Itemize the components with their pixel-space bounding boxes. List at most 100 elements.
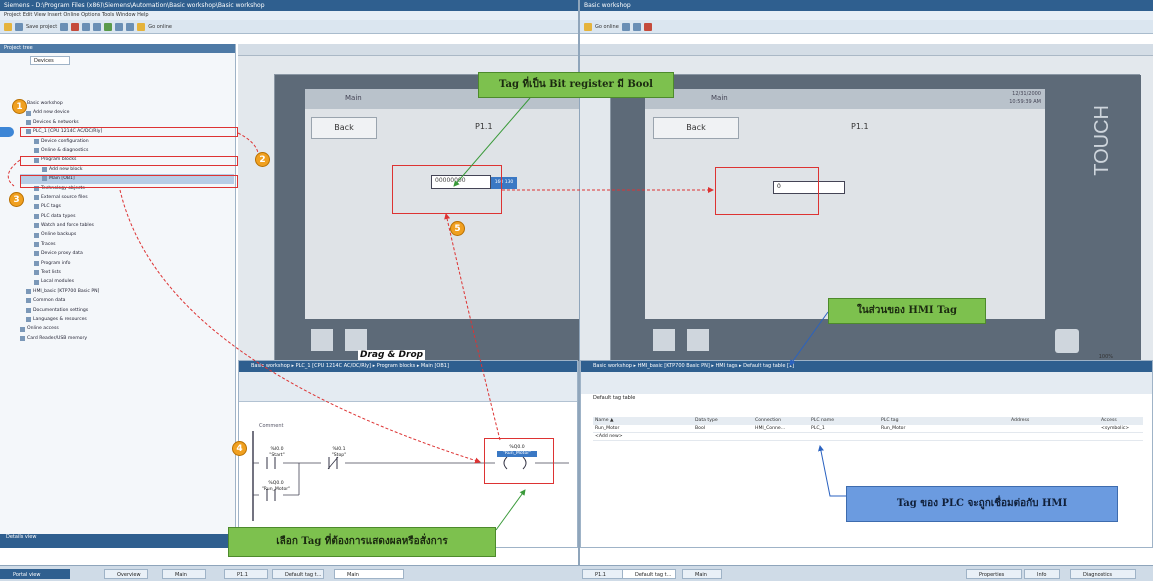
go-online-icon[interactable] — [137, 22, 146, 31]
table-cell[interactable] — [1099, 433, 1143, 440]
compile-icon[interactable] — [104, 22, 113, 31]
highlight-program-blocks — [20, 156, 238, 166]
task-overview[interactable]: Overview — [104, 569, 148, 579]
tree-item[interactable]: Traces — [20, 240, 234, 249]
tree-item-label: Device configuration — [41, 138, 89, 144]
delete-icon[interactable] — [71, 22, 80, 31]
table-cell[interactable] — [879, 433, 1009, 440]
table-cell[interactable]: Bool — [693, 425, 753, 432]
table-cell[interactable] — [753, 433, 809, 440]
column-header[interactable]: Name ▲ — [593, 417, 693, 425]
tree-item[interactable]: Documentation settings — [20, 306, 234, 315]
contact1-name: "Start" — [269, 453, 285, 458]
tree-item[interactable]: PLC data types — [20, 212, 234, 221]
new-project-icon[interactable] — [4, 22, 12, 31]
table-row[interactable]: <Add new> — [593, 433, 1143, 441]
tree-item[interactable]: Online backups — [20, 230, 234, 239]
column-header[interactable]: Access — [1099, 417, 1143, 425]
tree-item-label: Text lists — [41, 270, 61, 276]
touch-label: TOUCH — [1091, 105, 1113, 176]
ladder-breadcrumb[interactable]: Basic workshop ▸ PLC_1 [CPU 1214C AC/DC/… — [239, 361, 577, 372]
right-go-online-button[interactable]: Go online — [595, 24, 619, 30]
table-row[interactable]: Run_Motor Bool HMI_Conne... PLC_1 Run_Motor <… — [593, 425, 1143, 433]
right-alarm-icon[interactable] — [687, 329, 709, 351]
portal-view-button[interactable]: Portal view — [0, 569, 70, 579]
left-back-button[interactable]: Back — [311, 117, 377, 139]
upload-icon[interactable] — [126, 22, 135, 31]
redo-icon[interactable] — [93, 22, 102, 31]
column-header[interactable]: Connection — [753, 417, 809, 425]
go-online-button[interactable]: Go online — [148, 24, 172, 30]
task-p11[interactable]: P1.1 — [224, 569, 268, 579]
tree-item[interactable]: Local modules — [20, 277, 234, 286]
tagtable-breadcrumb[interactable]: Basic workshop ▸ HMI_basic [KTP700 Basic… — [581, 361, 1152, 372]
task-right-default-tag[interactable]: Default tag t... — [622, 569, 676, 579]
column-header[interactable]: Address — [1009, 417, 1099, 425]
tree-item[interactable]: Card Reader/USB memory — [20, 334, 234, 343]
table-cell[interactable]: Run_Motor — [879, 425, 1009, 432]
menu-bar[interactable]: Project Edit View Insert Online Options … — [0, 11, 578, 20]
diagnostics-tab[interactable]: Diagnostics — [1070, 569, 1136, 579]
tree-item[interactable]: External source files — [20, 193, 234, 202]
tree-item[interactable]: Basic workshop — [20, 99, 234, 108]
table-cell[interactable] — [1009, 433, 1099, 440]
task-main[interactable]: Main — [162, 569, 206, 579]
task-right-p11[interactable]: P1.1 — [582, 569, 626, 579]
table-cell[interactable]: HMI_Conne... — [753, 425, 809, 432]
left-window-chrome: Siemens - D:\Program Files (x86)\Siemens… — [0, 0, 578, 34]
tree-item[interactable]: Online & diagnostics — [20, 146, 234, 155]
hmi-date: 12/31/2000 — [1012, 91, 1041, 97]
open-icon[interactable] — [15, 22, 23, 31]
table-cell[interactable] — [693, 433, 753, 440]
column-header[interactable]: Data type — [693, 417, 753, 425]
coil-highlight — [484, 438, 554, 484]
tree-item[interactable]: Add new block — [20, 165, 234, 174]
hmi-power-icon[interactable] — [1055, 329, 1079, 353]
tree-item[interactable]: Languages & resources — [20, 315, 234, 324]
right-delete-icon[interactable] — [643, 22, 652, 31]
table-cell[interactable]: <Add new> — [593, 433, 693, 440]
column-header[interactable]: PLC tag — [879, 417, 1009, 425]
print-icon[interactable] — [60, 22, 69, 31]
right-new-icon[interactable] — [584, 22, 592, 31]
left-alarm-icon[interactable] — [345, 329, 367, 351]
tree-item[interactable]: Text lists — [20, 268, 234, 277]
table-cell[interactable]: <symbolic> — [1099, 425, 1143, 432]
right-download-icon[interactable] — [621, 22, 630, 31]
tree-item[interactable]: PLC tags — [20, 202, 234, 211]
info-tab[interactable]: Info — [1024, 569, 1060, 579]
tree-item[interactable]: Device proxy data — [20, 249, 234, 258]
tree-item[interactable]: Add new device — [20, 108, 234, 117]
left-home-icon[interactable] — [311, 329, 333, 351]
details-view-label[interactable]: Details view — [6, 534, 36, 540]
tree-node-icon — [26, 110, 31, 116]
right-home-icon[interactable] — [653, 329, 675, 351]
callout-plc-tag: Tag ของ PLC จะถูกเชื่อมต่อกับ HMI — [846, 486, 1118, 522]
tree-node-icon — [26, 307, 31, 313]
download-icon[interactable] — [115, 22, 124, 31]
tree-item[interactable]: Watch and force tables — [20, 221, 234, 230]
tree-item-label: Add new device — [33, 110, 70, 116]
table-cell[interactable]: Run_Motor — [593, 425, 693, 432]
save-project-button[interactable]: Save project — [26, 24, 57, 30]
devices-tab[interactable]: Devices — [30, 56, 70, 65]
tree-item[interactable]: Devices & networks — [20, 118, 234, 127]
properties-tab[interactable]: Properties — [966, 569, 1022, 579]
tree-item[interactable]: HMI_basic [KTP700 Basic PN] — [20, 287, 234, 296]
undo-icon[interactable] — [82, 22, 91, 31]
task-default-tag[interactable]: Default tag t... — [272, 569, 324, 579]
tree-item[interactable]: Common data — [20, 296, 234, 305]
table-cell[interactable]: PLC_1 — [809, 425, 879, 432]
task-main-active[interactable]: Main — [334, 569, 404, 579]
table-cell[interactable] — [1009, 425, 1099, 432]
badge-1: 1 — [12, 99, 27, 114]
right-toolbar: Go online — [580, 20, 1153, 34]
tree-item[interactable]: Program info — [20, 259, 234, 268]
right-upload-icon[interactable] — [632, 22, 641, 31]
tree-item[interactable]: Device configuration — [20, 137, 234, 146]
task-right-main[interactable]: Main — [682, 569, 722, 579]
tree-item[interactable]: Online access — [20, 324, 234, 333]
right-back-button[interactable]: Back — [653, 117, 739, 139]
table-cell[interactable] — [809, 433, 879, 440]
column-header[interactable]: PLC name — [809, 417, 879, 425]
